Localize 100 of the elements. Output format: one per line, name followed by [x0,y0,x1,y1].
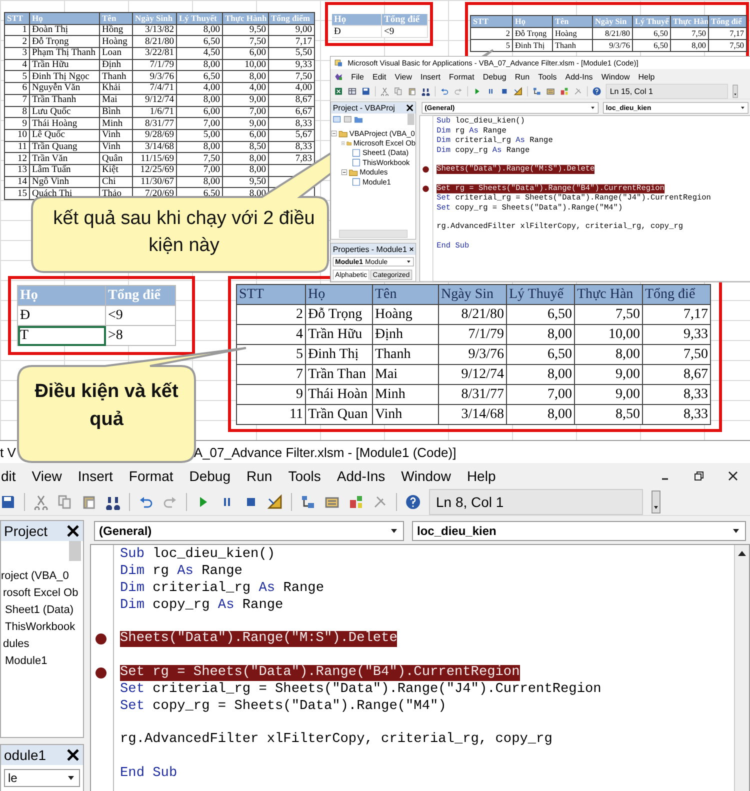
scrollbar[interactable] [339,230,408,238]
column-header: Tên [553,16,593,28]
menu-item[interactable]: Window [400,468,452,484]
table-cell: Thanh [373,345,439,365]
tree-item[interactable]: Sheet1 (Data) [5,604,74,616]
menu-item[interactable]: Format [128,468,174,484]
table-cell: 15 [18,188,27,199]
toolbar-grip-icon[interactable] [732,84,738,98]
table-cell: 8/21/80 [593,28,633,40]
menu-item[interactable]: Run [246,468,274,484]
tree-item[interactable]: roject (VBA_0 [1,570,69,582]
clipboard-icon[interactable] [81,494,97,510]
close-icon[interactable] [409,245,414,254]
object-dropdown[interactable]: (General) [94,521,404,541]
shapes-icon[interactable] [560,86,569,96]
tree-item[interactable]: dules [3,638,30,650]
scrollbar[interactable] [734,545,749,791]
menu-item[interactable]: dit [0,468,17,484]
table-cell: 7,50 [295,72,312,82]
restore-icon[interactable] [694,470,704,480]
close-icon[interactable] [66,524,80,538]
table-cell: Đinh Thị Ngọc [32,72,90,82]
column-header: Tổng điể [382,14,428,26]
table-cell: 8,67 [295,95,312,106]
help-icon[interactable] [405,494,421,510]
table-cell: 4,00 [203,83,220,94]
excel-icon[interactable] [334,86,344,96]
menu-item[interactable]: Help [466,468,497,484]
tree-icon[interactable] [300,494,316,510]
form-view-icon[interactable] [343,114,352,124]
table-cell: 7/1/79 [439,325,507,345]
collapse-icon[interactable] [341,169,348,175]
column-header: Tổng điể [709,16,747,28]
table-cell: Đ [332,26,382,38]
toolbar-grip-icon[interactable] [651,490,661,514]
close-icon[interactable] [406,104,414,112]
run-icon[interactable] [472,86,482,96]
table-cell: 10,00 [575,325,643,345]
tree-item[interactable]: Module1 [5,654,48,666]
cursor-position: Ln 8, Col 1 [429,488,643,514]
table-cell: Đinh Thị [306,345,373,365]
code-view-icon[interactable] [332,114,342,124]
table-cell: 7,17 [709,28,747,40]
table-cell: 3 [22,48,27,58]
breakpoint-icon[interactable] [422,166,430,174]
table-cell: 10 [18,130,27,140]
column-header: Họ [513,16,553,28]
stop-icon[interactable] [500,86,509,96]
menu-item[interactable]: View [30,468,63,484]
table-cell: 7,50 [575,305,643,325]
help-icon[interactable] [592,86,602,96]
menu-item[interactable]: Debug [188,468,232,484]
grid-icon[interactable] [348,86,357,96]
table-cell: 8,67 [643,365,711,385]
table-cell: 9/12/74 [144,95,174,106]
table-cell: 9,00 [249,118,266,129]
table-cell: Vinh [102,130,120,140]
table-cell: 5,50 [295,48,312,58]
close-icon[interactable] [66,748,80,762]
table-cell: 6,67 [295,106,312,117]
table-cell: Đỗ Trọng [306,305,373,325]
table-cell: 2 [471,28,513,40]
table-cell: Trần Hữu [306,325,373,345]
breakpoint-icon[interactable] [95,633,107,646]
table-cell: 6,00 [203,106,220,117]
procedure-dropdown[interactable]: loc_dieu_kien [412,521,746,541]
table-cell: Trần Thanh [32,95,76,106]
breakpoint-icon[interactable] [422,185,430,192]
undo-icon[interactable] [440,86,450,96]
clipboard-icon[interactable] [408,86,417,96]
menu-item[interactable]: Tools [287,468,322,484]
close-icon[interactable] [728,470,738,480]
binoculars-icon[interactable] [421,86,430,96]
table-cell: 6 [22,83,27,94]
table-cell: Lâm Tuấn [32,165,71,176]
menu-item[interactable]: Add-Ins [336,468,386,484]
ruler-icon[interactable] [514,86,523,96]
scrollbar[interactable] [408,114,414,125]
save-icon[interactable] [361,86,370,96]
properties-icon[interactable] [546,86,556,96]
table-cell: 4,00 [295,83,312,94]
tree-item[interactable]: ThisWorkbook [5,620,76,632]
scissors-icon[interactable] [380,86,390,96]
shapes-icon[interactable] [348,494,364,510]
tree-icon[interactable] [532,86,542,96]
menu-item[interactable]: Insert [76,468,114,484]
ruler-icon[interactable] [267,494,283,510]
table-cell: 8,00 [203,25,220,36]
scrollbar[interactable] [69,541,81,561]
object-dropdown[interactable]: le [4,769,80,787]
scissors-icon[interactable] [33,494,49,510]
table-cell: 5 [22,72,27,82]
breakpoint-icon[interactable] [95,666,107,679]
table-cell: Hoàng [373,305,439,325]
pause-icon[interactable] [486,86,496,96]
table-cell: Thanh [102,72,126,82]
column-header: Tổng điể [643,285,711,305]
save-icon[interactable] [0,494,16,510]
tree-item[interactable]: rosoft Excel Ob [3,586,78,598]
table-cell: 6,50 [203,72,220,82]
